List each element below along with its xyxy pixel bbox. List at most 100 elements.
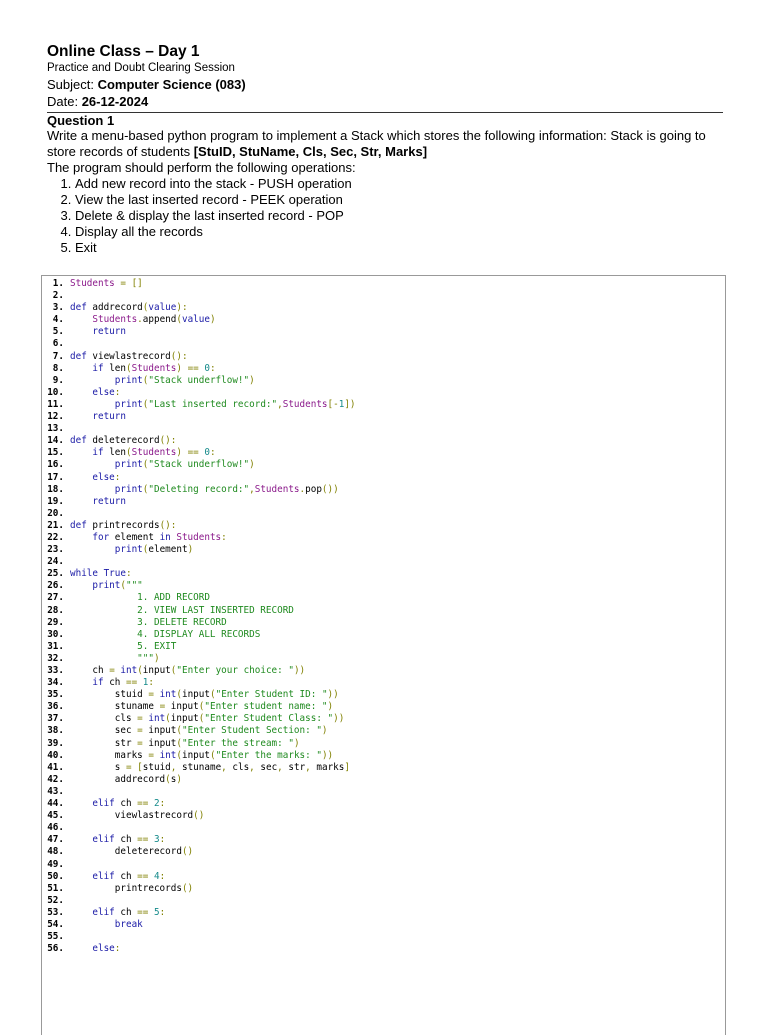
code-line: 49. xyxy=(42,859,725,871)
code-token: 3. DELETE RECORD xyxy=(70,616,227,628)
list-item: Exit xyxy=(75,240,723,256)
code-line: 52. xyxy=(42,895,725,907)
code-token: : xyxy=(114,386,121,398)
code-token: ) == xyxy=(176,447,205,459)
code-token: input xyxy=(170,713,199,725)
code-line: 12. return xyxy=(42,411,725,423)
code-token: print xyxy=(70,459,143,471)
code-token: if xyxy=(70,362,110,374)
code-token: viewlastrecord xyxy=(70,810,194,822)
code-token: str xyxy=(288,761,306,773)
code-token: == xyxy=(125,677,143,689)
code-token: () xyxy=(193,810,205,822)
code-token: : xyxy=(159,906,166,918)
line-number: 47. xyxy=(47,834,64,846)
code-line: 37. cls = int(input("Enter Student Class… xyxy=(42,713,725,725)
code-token: ) xyxy=(209,314,216,326)
code-line: 51. printrecords() xyxy=(42,883,725,895)
question-fields: [StuID, StuName, Cls, Sec, Str, Marks] xyxy=(193,144,428,159)
code-token: ) xyxy=(249,374,255,386)
question-text: Write a menu-based python program to imp… xyxy=(47,128,723,160)
code-token: stuname xyxy=(70,701,160,713)
code-line: 13. xyxy=(42,423,725,435)
code-token: 5. EXIT xyxy=(70,640,177,652)
code-line: 54. break xyxy=(42,919,725,931)
code-token: , xyxy=(170,761,182,773)
code-token: def xyxy=(70,302,93,314)
code-token: int xyxy=(148,713,166,725)
date-value: 26-12-2024 xyxy=(81,94,149,109)
code-line: 6. xyxy=(42,338,725,350)
code-line: 19. return xyxy=(42,496,725,508)
code-token: : xyxy=(159,798,166,810)
line-number: 32. xyxy=(47,652,64,664)
code-line: 43. xyxy=(42,786,725,798)
line-number: 49. xyxy=(47,858,64,870)
line-number: 55. xyxy=(47,931,64,943)
code-block: 1. Students = [] 2. 3. def addrecord(value):… xyxy=(41,275,726,1035)
code-token: len xyxy=(109,362,126,374)
code-token: "Enter student name: " xyxy=(204,701,328,713)
code-token: printrecords xyxy=(70,882,182,894)
code-line: 25. while True: xyxy=(42,568,725,580)
code-token: int xyxy=(120,665,138,676)
code-line: 48. deleterecord() xyxy=(42,846,725,858)
code-token: else xyxy=(70,386,115,398)
line-number: 36. xyxy=(47,701,64,713)
code-line: 36. stuname = input("Enter student name:… xyxy=(42,701,725,713)
code-token: == xyxy=(137,906,154,918)
code-token: : xyxy=(159,834,166,846)
code-line: 22. for element in Students: xyxy=(42,532,725,544)
line-number: 52. xyxy=(47,894,64,906)
operations-intro: The program should perform the following… xyxy=(47,160,356,175)
code-line: 35. stuid = int(input("Enter Student ID:… xyxy=(42,689,725,701)
code-token: """ xyxy=(125,580,143,592)
code-token: "Enter the marks: " xyxy=(215,749,322,761)
code-token: : xyxy=(125,568,132,580)
code-token: print xyxy=(70,580,121,592)
code-token: 2. VIEW LAST INSERTED RECORD xyxy=(70,604,294,616)
code-token: elif xyxy=(70,870,121,882)
code-token: element xyxy=(114,531,160,543)
code-token: == xyxy=(137,798,154,810)
code-line: 5. return xyxy=(42,326,725,338)
code-line: 45. viewlastrecord() xyxy=(42,810,725,822)
code-token: def xyxy=(70,519,93,531)
code-token: Students xyxy=(70,278,115,289)
code-token: = xyxy=(159,701,171,713)
line-number: 7. xyxy=(52,350,64,362)
code-token: , xyxy=(305,761,317,773)
code-token: int xyxy=(159,689,177,701)
code-token: ) xyxy=(321,725,328,737)
code-token: deleterecord xyxy=(70,846,182,858)
code-token: "Stack underflow!" xyxy=(148,459,250,471)
line-number: 35. xyxy=(47,689,64,701)
code-token: ) xyxy=(249,459,255,471)
line-number: 37. xyxy=(47,713,64,725)
code-token: Students xyxy=(254,483,300,495)
line-number: 50. xyxy=(47,870,64,882)
line-number: 12. xyxy=(47,411,64,423)
code-line: 17. else: xyxy=(42,472,725,484)
code-token: elif xyxy=(70,906,121,918)
code-line: 29. 3. DELETE RECORD xyxy=(42,617,725,629)
line-number: 27. xyxy=(47,592,64,604)
code-token: : xyxy=(209,447,216,459)
code-token: input xyxy=(181,749,210,761)
code-token: = [ xyxy=(125,761,143,773)
code-token: stuid xyxy=(70,689,149,701)
line-number: 31. xyxy=(47,640,64,652)
code-token: pop xyxy=(305,483,322,495)
code-token: break xyxy=(70,918,143,930)
code-token: len xyxy=(109,447,126,459)
code-token: ch xyxy=(120,906,138,918)
code-token: ): xyxy=(176,302,188,314)
line-number: 8. xyxy=(52,362,64,374)
code-token: cls xyxy=(232,761,250,773)
line-number: 13. xyxy=(47,423,64,435)
code-token: (): xyxy=(170,350,188,362)
code-token: input xyxy=(142,665,171,676)
code-token: addrecord xyxy=(92,302,143,314)
line-number: 29. xyxy=(47,616,64,628)
code-line: 21. def printrecords(): xyxy=(42,520,725,532)
